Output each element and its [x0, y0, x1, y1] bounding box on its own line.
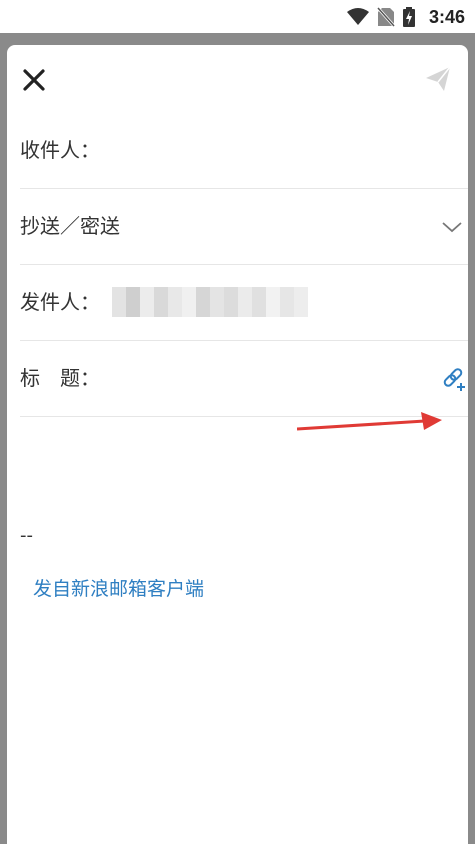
compose-sheet: 收件人： 抄送／密送 发件人： 标 题： -- 发自新浪邮箱客户端 — [7, 45, 468, 844]
from-address-redacted[interactable] — [112, 287, 308, 317]
signature-link[interactable]: 发自新浪邮箱客户端 — [33, 574, 204, 601]
to-label: 收件人： — [20, 138, 100, 162]
status-icons: 3:46 — [346, 4, 465, 30]
status-bar: 3:46 — [0, 0, 475, 33]
no-sim-icon — [376, 7, 395, 27]
chevron-down-icon[interactable] — [440, 215, 464, 239]
subject-row: 标 题： — [20, 341, 468, 417]
to-input[interactable] — [110, 131, 454, 171]
from-row: 发件人： — [20, 265, 468, 341]
clock: 3:46 — [428, 6, 465, 27]
send-icon — [426, 66, 451, 91]
subject-label: 标 题： — [20, 366, 100, 390]
attachment-button[interactable] — [442, 366, 468, 392]
wifi-icon — [346, 8, 369, 25]
send-button[interactable] — [424, 65, 454, 95]
battery-charging-icon — [402, 7, 415, 27]
subject-input[interactable] — [110, 359, 414, 399]
attachment-link-icon — [443, 368, 465, 391]
to-row: 收件人： — [20, 113, 468, 189]
close-icon — [23, 69, 45, 91]
signature-separator: -- — [20, 525, 33, 546]
message-body[interactable] — [20, 415, 460, 835]
toolbar — [7, 45, 468, 113]
close-button[interactable] — [19, 65, 49, 95]
cc-bcc-label: 抄送／密送 — [20, 214, 120, 238]
cc-bcc-row[interactable]: 抄送／密送 — [20, 189, 468, 265]
from-label: 发件人： — [20, 290, 100, 314]
